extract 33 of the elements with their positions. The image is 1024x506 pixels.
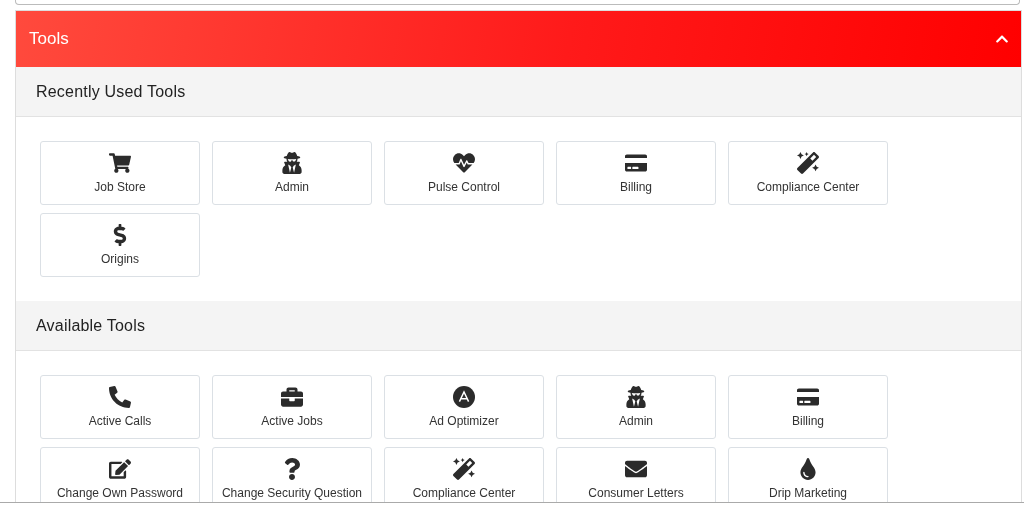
tool-button[interactable]: Admin	[556, 375, 716, 439]
tool-button[interactable]: Billing	[728, 375, 888, 439]
edit-icon	[109, 458, 131, 480]
phone-icon	[109, 386, 131, 408]
tool-button[interactable]: Compliance Center	[728, 141, 888, 205]
tool-button[interactable]: Origins	[40, 213, 200, 277]
drop-icon	[797, 458, 819, 480]
tool-button[interactable]: Ad Optimizer	[384, 375, 544, 439]
magic-wand-icon	[453, 458, 475, 480]
heartbeat-icon	[453, 152, 475, 174]
section-title: Recently Used Tools	[36, 82, 186, 101]
briefcase-icon	[281, 386, 303, 408]
tool-button[interactable]: Consumer Letters	[556, 447, 716, 502]
tool-button[interactable]: Compliance Center	[384, 447, 544, 502]
section-title: Available Tools	[36, 316, 146, 335]
panel-title: Tools	[29, 29, 69, 49]
envelope-icon	[625, 458, 647, 480]
letter-a-icon	[453, 386, 475, 408]
magic-wand-icon	[797, 152, 819, 174]
tool-button[interactable]: Billing	[556, 141, 716, 205]
spy-icon	[625, 386, 647, 408]
tool-button[interactable]: Pulse Control	[384, 141, 544, 205]
tool-button[interactable]: Active Jobs	[212, 375, 372, 439]
tool-button[interactable]: Change Security Question	[212, 447, 372, 502]
tool-button[interactable]: Job Store	[40, 141, 200, 205]
spy-icon	[281, 152, 303, 174]
tool-button[interactable]: Drip Marketing	[728, 447, 888, 502]
tool-button[interactable]: Change Own Password	[40, 447, 200, 502]
credit-card-icon	[797, 386, 819, 408]
cart-icon	[109, 152, 131, 174]
tool-button[interactable]: Admin	[212, 141, 372, 205]
credit-card-icon	[625, 152, 647, 174]
tool-button[interactable]: Active Calls	[40, 375, 200, 439]
